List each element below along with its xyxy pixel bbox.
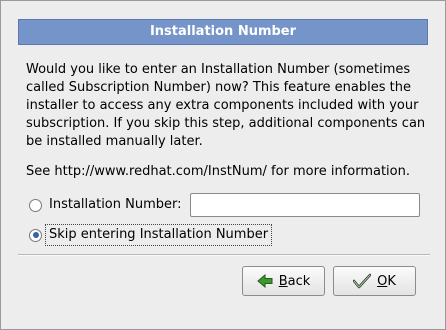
enter-number-radio[interactable] — [29, 198, 42, 212]
dialog-description: Would you like to enter an Installation … — [26, 62, 426, 149]
ok-button[interactable]: OK — [333, 266, 416, 296]
check-icon — [353, 273, 372, 289]
ok-label: OK — [377, 273, 396, 289]
separator — [18, 254, 430, 256]
dialog-title: Installation Number — [18, 19, 428, 45]
info-text: See http://www.redhat.com/InstNum/ for m… — [26, 164, 410, 179]
back-button[interactable]: Back — [242, 266, 325, 296]
skip-option[interactable]: Skip entering Installation Number — [29, 224, 273, 246]
enter-number-label[interactable]: Installation Number: — [49, 195, 182, 215]
back-arrow-icon — [256, 274, 273, 288]
skip-radio[interactable] — [29, 228, 42, 242]
installation-number-input[interactable] — [190, 193, 420, 217]
enter-number-option[interactable]: Installation Number: — [29, 194, 182, 216]
back-label: Back — [278, 273, 311, 289]
installation-number-dialog: Installation Number Would you like to en… — [0, 0, 446, 330]
skip-label[interactable]: Skip entering Installation Number — [45, 224, 273, 246]
